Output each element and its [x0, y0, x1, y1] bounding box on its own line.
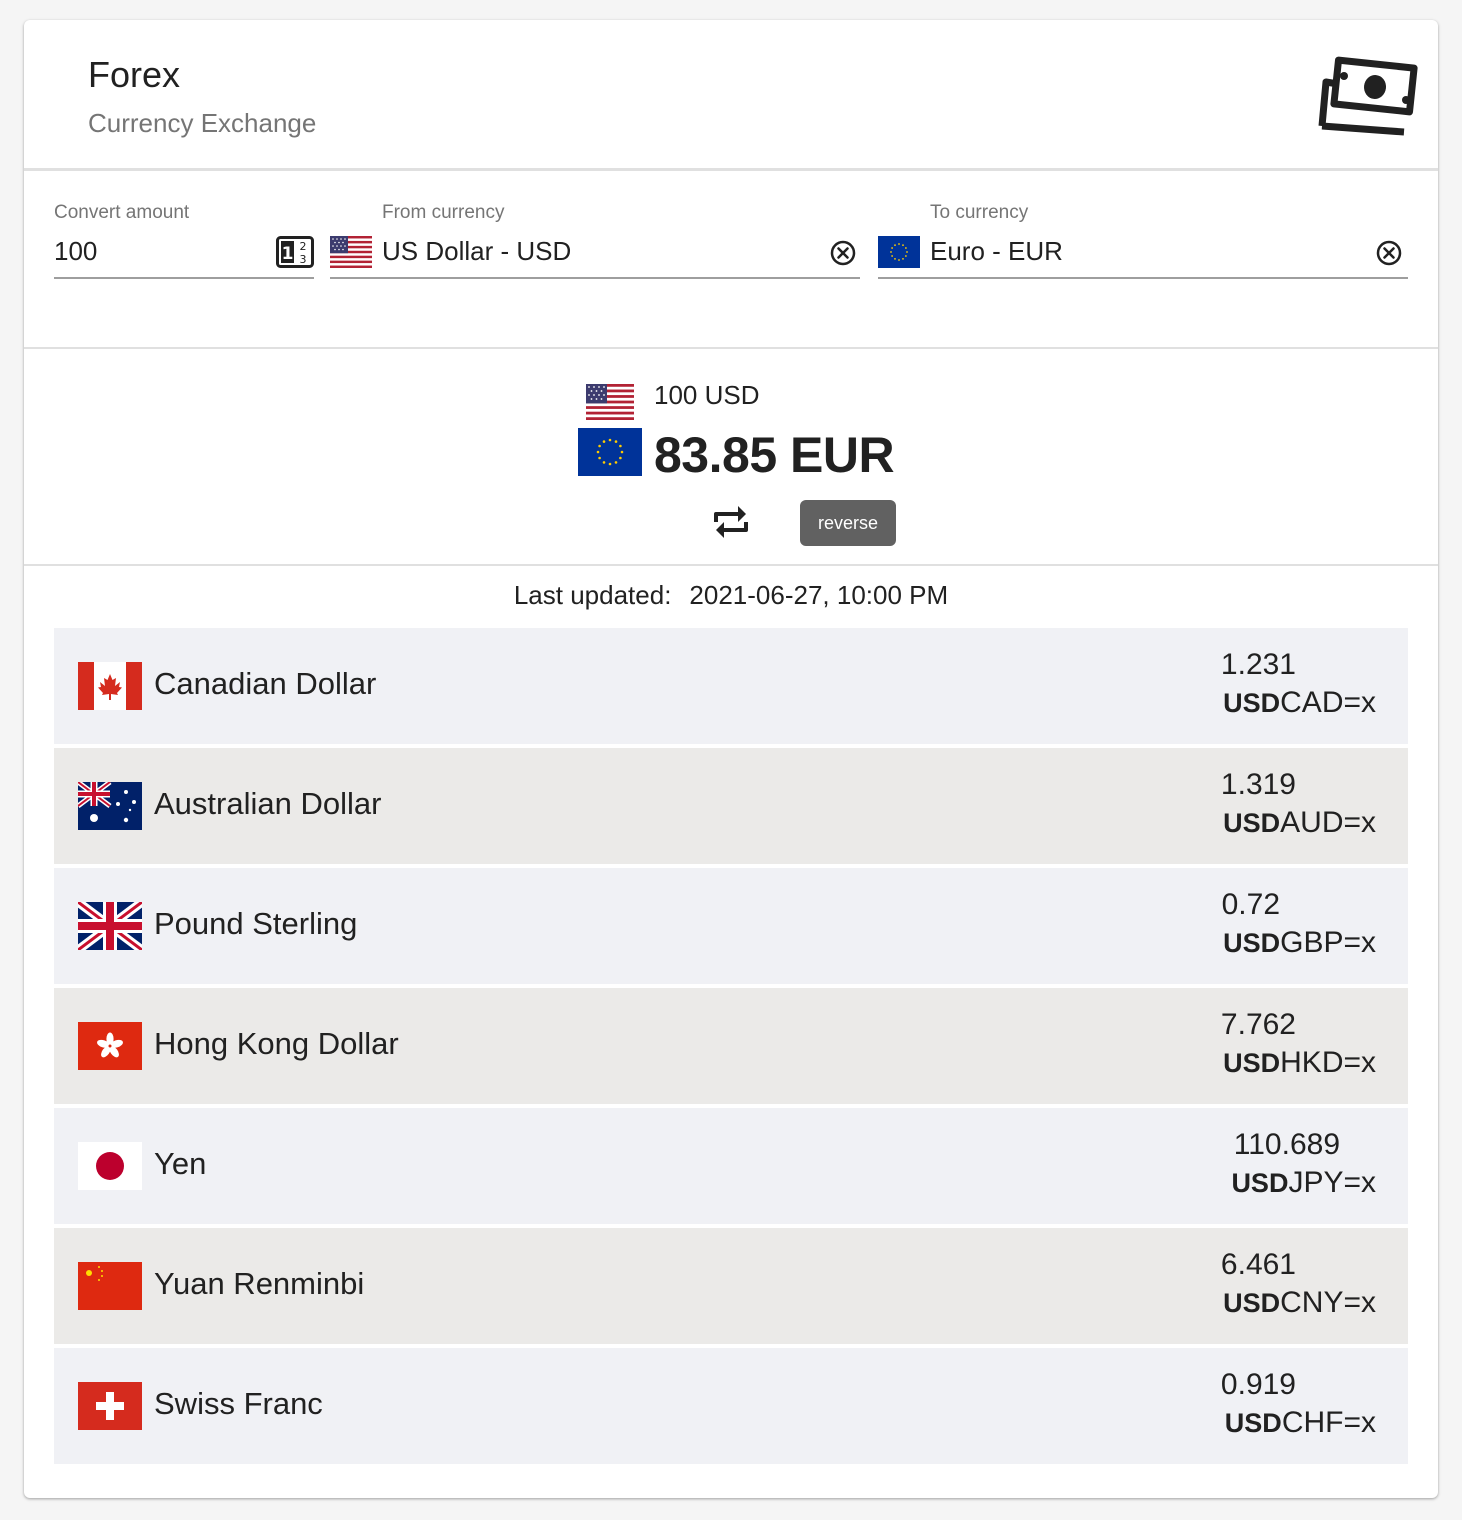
- rate-symbol: USDHKD=x: [1223, 1046, 1376, 1080]
- rate-symbol: USDCNY=x: [1223, 1286, 1376, 1320]
- amount-input[interactable]: 100: [54, 236, 264, 267]
- rate-value: 1.231: [1220, 648, 1296, 681]
- rate-row-cad[interactable]: Canadian Dollar 1.231 USDCAD=x: [54, 628, 1408, 744]
- rate-name: Australian Dollar: [154, 786, 382, 821]
- last-updated-value: 2021-06-27, 10:00 PM: [689, 580, 949, 610]
- amount-label: Convert amount: [54, 202, 190, 223]
- card-header: Forex Currency Exchange: [24, 20, 1438, 168]
- rate-base: USD: [1223, 1048, 1281, 1078]
- from-clear-icon[interactable]: [830, 240, 856, 266]
- rate-row-gbp[interactable]: Pound Sterling 0.72 USDGBP=x: [54, 868, 1408, 984]
- forex-card: Forex Currency Exchange Convert amount 1…: [24, 20, 1438, 1498]
- amount-underline: [54, 277, 314, 279]
- to-currency-underline: [878, 277, 1408, 279]
- from-currency-label: From currency: [382, 202, 505, 223]
- china-flag: [78, 1262, 142, 1310]
- rate-value: 6.461: [1220, 1248, 1296, 1281]
- canada-flag: [78, 662, 142, 710]
- rate-row-aud[interactable]: Australian Dollar 1.319 USDAUD=x: [54, 748, 1408, 864]
- reverse-button[interactable]: reverse: [800, 500, 896, 546]
- rate-name: Swiss Franc: [154, 1386, 323, 1421]
- rate-symbol: USDCHF=x: [1225, 1406, 1376, 1440]
- rate-row-jpy[interactable]: Yen 110.689 USDJPY=x: [54, 1108, 1408, 1224]
- rate-pair: HKD=x: [1280, 1046, 1376, 1079]
- page-title: Forex: [88, 54, 181, 95]
- svg-text:2: 2: [300, 240, 307, 253]
- money-icon: [1318, 56, 1418, 136]
- rate-base: USD: [1223, 928, 1281, 958]
- switzerland-flag: [78, 1382, 142, 1430]
- form-divider: [24, 347, 1438, 349]
- rate-pair: GBP=x: [1280, 926, 1376, 959]
- rate-name: Pound Sterling: [154, 906, 358, 941]
- converted-amount-text: 83.85 EUR: [654, 427, 895, 483]
- rate-symbol: USDGBP=x: [1223, 926, 1376, 960]
- svg-text:1: 1: [282, 244, 294, 264]
- swap-icon[interactable]: [712, 502, 750, 542]
- rate-pair: JPY=x: [1288, 1166, 1376, 1199]
- australia-flag: [78, 782, 142, 830]
- calculator-icon: 1 2 3: [276, 236, 314, 268]
- japan-flag: [78, 1142, 142, 1190]
- rate-base: USD: [1223, 808, 1281, 838]
- rate-value: 1.319: [1220, 768, 1296, 801]
- last-updated: Last updated: 2021-06-27, 10:00 PM: [24, 580, 1438, 611]
- rate-symbol: USDCAD=x: [1223, 686, 1376, 720]
- result-eu-flag: [578, 428, 642, 476]
- last-updated-label: Last updated:: [513, 580, 672, 610]
- rate-base: USD: [1223, 688, 1281, 718]
- to-clear-icon[interactable]: [1376, 240, 1402, 266]
- us-flag: [330, 236, 372, 268]
- result-divider: [24, 564, 1438, 566]
- rate-base: USD: [1223, 1288, 1281, 1318]
- rate-name: Yen: [154, 1146, 207, 1181]
- rate-value: 110.689: [1233, 1128, 1340, 1161]
- rate-name: Hong Kong Dollar: [154, 1026, 399, 1061]
- to-currency-label: To currency: [930, 202, 1029, 223]
- from-currency-select[interactable]: US Dollar - USD: [382, 236, 571, 267]
- rate-row-cny[interactable]: Yuan Renminbi 6.461 USDCNY=x: [54, 1228, 1408, 1344]
- rate-row-chf[interactable]: Swiss Franc 0.919 USDCHF=x: [54, 1348, 1408, 1464]
- page-subtitle: Currency Exchange: [88, 108, 317, 138]
- rate-value: 0.919: [1220, 1368, 1296, 1401]
- from-amount-text: 100 USD: [654, 380, 760, 410]
- rate-name: Canadian Dollar: [154, 666, 377, 701]
- hong-kong-flag: [78, 1022, 142, 1070]
- rate-symbol: USDAUD=x: [1223, 806, 1376, 840]
- from-currency-underline: [330, 277, 860, 279]
- rate-symbol: USDJPY=x: [1231, 1166, 1376, 1200]
- rate-pair: CAD=x: [1280, 686, 1376, 719]
- rate-row-hkd[interactable]: Hong Kong Dollar 7.762 USDHKD=x: [54, 988, 1408, 1104]
- rate-base: USD: [1224, 1408, 1282, 1438]
- rate-pair: CNY=x: [1280, 1286, 1376, 1319]
- eu-flag: [878, 236, 920, 268]
- rate-base: USD: [1231, 1168, 1289, 1198]
- rate-value: 7.762: [1220, 1008, 1296, 1041]
- header-divider: [24, 168, 1438, 171]
- to-currency-select[interactable]: Euro - EUR: [930, 236, 1063, 267]
- rate-pair: CHF=x: [1281, 1406, 1376, 1439]
- rate-pair: AUD=x: [1280, 806, 1376, 839]
- svg-text:3: 3: [300, 253, 307, 266]
- rate-value: 0.72: [1221, 888, 1280, 921]
- result-us-flag: [586, 384, 634, 420]
- rate-name: Yuan Renminbi: [154, 1266, 365, 1301]
- uk-flag: [78, 902, 142, 950]
